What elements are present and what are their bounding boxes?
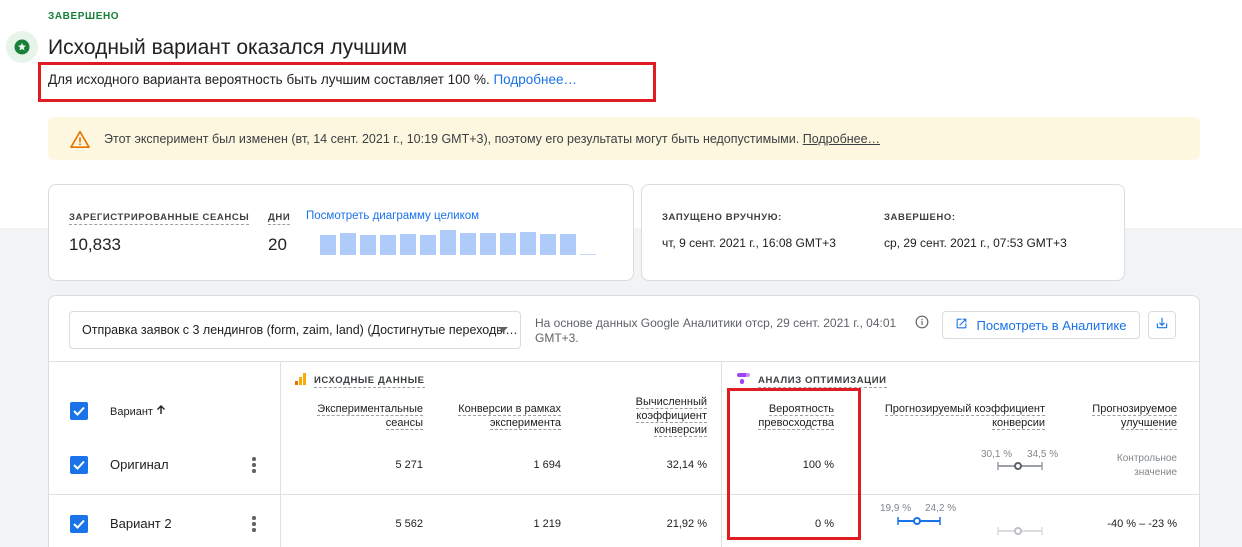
analytics-logo-icon bbox=[295, 372, 306, 390]
mini-chart-bar bbox=[540, 234, 556, 255]
page-title: Исходный вариант оказался лучшим bbox=[48, 36, 408, 59]
cell-conversions: 1 694 bbox=[533, 459, 561, 471]
highlight-box-probability bbox=[727, 388, 861, 540]
cell-sessions: 5 271 bbox=[395, 459, 423, 471]
download-icon bbox=[1155, 316, 1169, 335]
mini-chart-bar bbox=[440, 230, 456, 255]
col-header-modeled-rate: Прогнозируемый коэффициент конверсии bbox=[884, 403, 1045, 430]
mini-chart-bar bbox=[400, 234, 416, 255]
warning-icon bbox=[70, 130, 90, 148]
warning-text: Этот эксперимент был изменен (вт, 14 сен… bbox=[104, 131, 800, 146]
cell-rate: 32,14 % bbox=[666, 459, 707, 471]
cell-conversions: 1 219 bbox=[533, 518, 561, 530]
col-header-conversions: Конверсии в рамках эксперимента bbox=[458, 403, 561, 430]
info-icon[interactable] bbox=[915, 315, 929, 334]
experiment-status: ЗАВЕРШЕНО bbox=[48, 11, 120, 22]
row-checkbox-variant-2[interactable] bbox=[70, 515, 88, 533]
schedule-card bbox=[641, 184, 1125, 281]
highlight-box-summary bbox=[38, 62, 656, 102]
col-divider-source bbox=[280, 361, 281, 547]
mini-chart-bar bbox=[320, 235, 336, 255]
interval-original bbox=[997, 462, 1043, 470]
mini-chart-bar bbox=[520, 232, 536, 255]
view-in-analytics-label: Посмотреть в Аналитике bbox=[976, 317, 1127, 333]
started-value: чт, 9 сент. 2021 г., 16:08 GMT+3 bbox=[662, 236, 836, 250]
variant-column-label: Вариант bbox=[110, 405, 153, 418]
open-external-icon bbox=[955, 317, 968, 333]
mini-chart-bar bbox=[420, 235, 436, 255]
mini-chart-bar bbox=[500, 233, 516, 255]
more-vert-icon[interactable] bbox=[252, 516, 256, 534]
section-source-header: ИСХОДНЫЕ ДАННЫЕ bbox=[295, 372, 425, 390]
col-header-sessions: Экспериментальные сеансы bbox=[317, 403, 423, 430]
download-button[interactable] bbox=[1148, 311, 1176, 339]
mini-chart-bar bbox=[560, 234, 576, 255]
mini-chart-bar bbox=[380, 235, 396, 255]
sessions-label: ЗАРЕГИСТРИРОВАННЫЕ СЕАНСЫ bbox=[69, 212, 250, 225]
table-top-divider bbox=[49, 361, 1199, 362]
conversion-rate-interval-plot bbox=[897, 462, 1043, 535]
mini-chart-bar bbox=[460, 233, 476, 255]
select-all-checkbox[interactable] bbox=[70, 402, 88, 420]
view-full-chart-link[interactable]: Посмотреть диаграмму целиком bbox=[306, 210, 479, 222]
data-source-note: На основе данных Google Аналитики отср, … bbox=[535, 316, 897, 345]
cell-improvement-control: Контрольное значение bbox=[1116, 453, 1177, 478]
variant-name-variant-2: Вариант 2 bbox=[110, 516, 172, 531]
interval-original-reference bbox=[997, 527, 1043, 535]
sort-arrow-up-icon bbox=[156, 405, 166, 418]
mini-chart-bar bbox=[580, 254, 596, 255]
daily-sessions-mini-chart bbox=[320, 229, 596, 255]
ended-label: ЗАВЕРШЕНО: bbox=[884, 212, 956, 223]
days-label: ДНИ bbox=[268, 212, 291, 225]
objective-select[interactable]: Отправка заявок с 3 лендингов (form, zai… bbox=[69, 311, 521, 349]
variant-column-header[interactable]: Вариант bbox=[110, 405, 166, 418]
cell-sessions: 5 562 bbox=[395, 518, 423, 530]
dropdown-arrow-icon bbox=[498, 327, 508, 332]
interval-variant-2 bbox=[897, 517, 941, 525]
winner-star-icon bbox=[6, 31, 38, 63]
row-checkbox-original[interactable] bbox=[70, 456, 88, 474]
started-label: ЗАПУЩЕНО ВРУЧНУЮ: bbox=[662, 212, 782, 223]
view-in-analytics-button[interactable]: Посмотреть в Аналитике bbox=[942, 311, 1140, 339]
days-value: 20 bbox=[268, 235, 287, 254]
cell-improvement: -40 % – -23 % bbox=[1107, 518, 1177, 530]
section-source-label: ИСХОДНЫЕ ДАННЫЕ bbox=[314, 374, 425, 388]
section-analysis-label: АНАЛИЗ ОПТИМИЗАЦИИ bbox=[758, 374, 887, 388]
mini-chart-bar bbox=[360, 235, 376, 255]
col-divider-analysis bbox=[721, 361, 722, 547]
col-header-improvement: Прогнозируемое улучшение bbox=[1092, 403, 1177, 430]
sessions-value: 10,833 bbox=[69, 235, 121, 254]
more-vert-icon[interactable] bbox=[252, 457, 256, 475]
ended-value: ср, 29 сент. 2021 г., 07:53 GMT+3 bbox=[884, 236, 1067, 250]
variant-name-original: Оригинал bbox=[110, 457, 169, 472]
col-header-rate: Вычисленный коэффициент конверсии bbox=[635, 396, 707, 437]
cell-rate: 21,92 % bbox=[666, 518, 707, 530]
objective-select-value: Отправка заявок с 3 лендингов (form, zai… bbox=[82, 323, 518, 337]
warning-banner: Этот эксперимент был изменен (вт, 14 сен… bbox=[48, 117, 1200, 160]
mini-chart-bar bbox=[340, 233, 356, 255]
warning-learn-more-link[interactable]: Подробнее… bbox=[803, 132, 880, 146]
mini-chart-bar bbox=[480, 233, 496, 255]
